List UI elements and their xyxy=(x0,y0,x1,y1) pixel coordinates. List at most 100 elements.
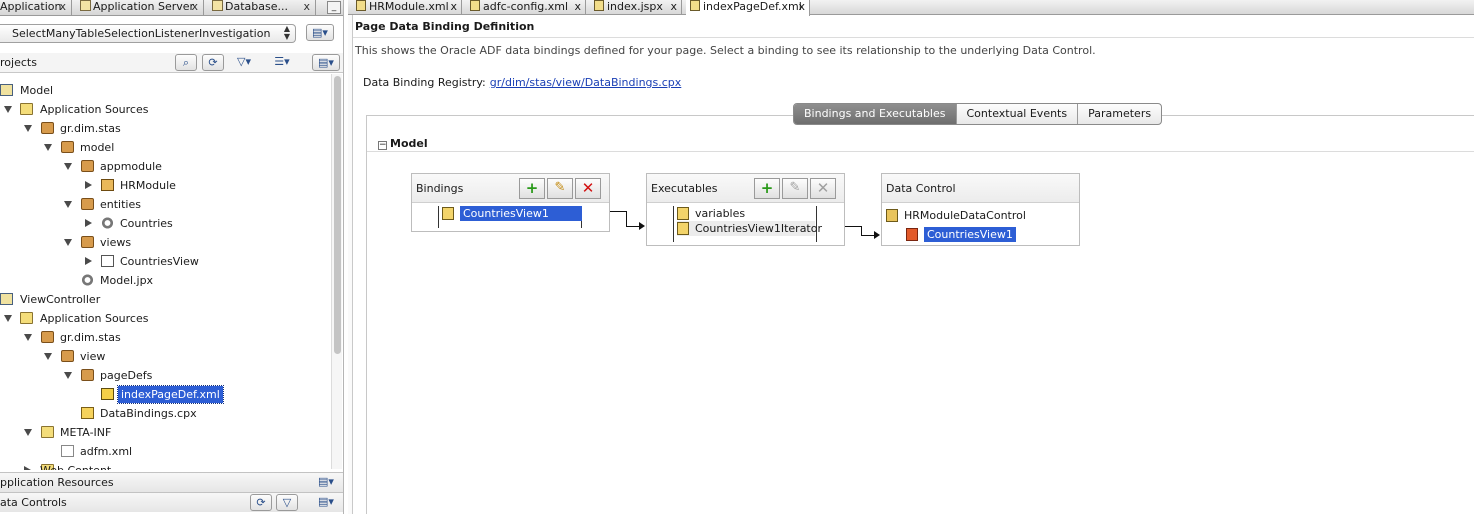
executables-panel: Executables + ✎ ✕ variables CountriesVie… xyxy=(646,173,845,246)
package-icon xyxy=(81,369,94,381)
tab-application-server[interactable]: Application Server x xyxy=(78,0,204,16)
tree-label: CountriesView xyxy=(120,255,199,268)
tree-label: ViewController xyxy=(20,293,101,306)
close-icon[interactable]: x xyxy=(191,0,198,14)
tab-label: HRModule.xml xyxy=(369,0,449,13)
xml-file-icon xyxy=(470,0,480,11)
refresh-icon[interactable]: ⟳ xyxy=(202,54,224,71)
delete-binding-button[interactable]: ✕ xyxy=(575,178,601,199)
registry-link[interactable]: gr/dim/stas/view/DataBindings.cpx xyxy=(490,76,682,89)
application-selector[interactable]: SelectManyTableSelectionListenerInvestig… xyxy=(0,24,296,43)
application-menu-button[interactable]: ▤▾ xyxy=(306,24,334,41)
filter-icon[interactable]: ▽▾ xyxy=(230,54,258,71)
tree-label: Application Sources xyxy=(40,312,149,325)
package-icon xyxy=(41,331,54,343)
expand-icon[interactable] xyxy=(85,219,92,227)
close-icon[interactable]: x xyxy=(670,0,677,13)
tree-label: indexPageDef.xml xyxy=(117,385,224,404)
tree-binding-icon xyxy=(442,207,454,220)
expand-icon[interactable] xyxy=(24,429,32,436)
tree-label: model xyxy=(80,141,115,154)
binding-item-selected[interactable]: CountriesView1 xyxy=(442,206,582,221)
expand-icon[interactable] xyxy=(64,163,72,170)
dropdown-arrows-icon: ▲ ▼ xyxy=(283,24,290,41)
tab-bindings-and-executables[interactable]: Bindings and Executables xyxy=(794,104,957,124)
data-controls-panel[interactable]: ata Controls ⟳ ▽ ▤▾ xyxy=(0,492,343,512)
tab-hrmodule-xml[interactable]: HRModule.xml x xyxy=(352,0,462,15)
page-def-editor: HRModule.xml x adfc-config.xml x index.jsp… xyxy=(348,0,1474,514)
close-icon[interactable]: x xyxy=(798,0,805,13)
executable-item-highlighted[interactable]: CountriesView1Iterator xyxy=(677,221,822,236)
executables-title: Executables xyxy=(651,182,718,195)
expand-icon[interactable] xyxy=(64,372,72,379)
application-selector-value: SelectManyTableSelectionListenerInvestig… xyxy=(12,27,271,40)
view-switcher: Bindings and Executables Contextual Even… xyxy=(793,103,1163,125)
tab-application[interactable]: Application x xyxy=(0,0,72,16)
tab-indexpagedef-xml[interactable]: indexPageDef.xml x xyxy=(686,0,810,16)
panel-menu-icon[interactable]: ▤▾ xyxy=(312,474,340,491)
tab-index-jspx[interactable]: index.jspx x xyxy=(590,0,682,15)
model-section-header[interactable]: − Model xyxy=(378,137,428,150)
projects-menu-button[interactable]: ▤▾ xyxy=(312,54,340,71)
page-description: This shows the Oracle ADF data bindings … xyxy=(355,44,1096,57)
expand-icon[interactable] xyxy=(24,466,31,470)
collapse-icon[interactable]: − xyxy=(378,141,387,150)
sort-icon[interactable]: ☰▾ xyxy=(268,54,296,71)
expand-icon[interactable] xyxy=(44,353,52,360)
package-icon xyxy=(61,141,74,153)
filter-icon[interactable]: ▽ xyxy=(276,494,298,511)
projects-toolbar: rojects ⌕ ⟳ ▽▾ ☰▾ ▤▾ xyxy=(0,53,343,73)
entity-object-icon xyxy=(101,217,114,229)
project-icon xyxy=(0,84,13,96)
expand-icon[interactable] xyxy=(24,125,32,132)
edit-executable-button[interactable]: ✎ xyxy=(782,178,808,199)
xml-file-icon xyxy=(356,0,366,11)
close-icon[interactable]: x xyxy=(574,0,581,13)
expand-icon[interactable] xyxy=(64,239,72,246)
search-icon[interactable]: ⌕ xyxy=(175,54,197,71)
scrollbar-thumb[interactable] xyxy=(334,76,341,354)
data-control-panel: Data Control HRModuleDataControl Countri… xyxy=(881,173,1080,246)
minimize-button[interactable]: _ xyxy=(327,1,341,14)
expand-icon[interactable] xyxy=(85,181,92,189)
tree-label: gr.dim.stas xyxy=(60,122,121,135)
expand-icon[interactable] xyxy=(64,201,72,208)
registry-row: Data Binding Registry: gr/dim/stas/view/D… xyxy=(363,76,681,89)
variables-icon xyxy=(677,207,689,220)
data-control-icon xyxy=(886,209,898,222)
edit-binding-button[interactable]: ✎ xyxy=(547,178,573,199)
database-icon xyxy=(212,0,223,11)
tab-parameters[interactable]: Parameters xyxy=(1078,104,1161,124)
close-icon[interactable]: x xyxy=(59,0,66,14)
project-tree: Model Application Sources gr.dim.stas mo… xyxy=(0,81,330,470)
collection-icon xyxy=(906,228,918,241)
tab-database[interactable]: Database... x xyxy=(210,0,316,16)
delete-executable-button[interactable]: ✕ xyxy=(810,178,836,199)
expand-icon[interactable] xyxy=(24,334,32,341)
projects-label: rojects xyxy=(0,56,37,69)
close-icon[interactable]: x xyxy=(450,0,457,13)
connector-line xyxy=(861,235,875,236)
tree-label: Application Sources xyxy=(40,103,149,116)
tree-scrollbar[interactable] xyxy=(331,74,342,469)
add-binding-button[interactable]: + xyxy=(519,178,545,199)
project-file-icon xyxy=(81,274,94,286)
expand-icon[interactable] xyxy=(4,315,12,322)
binding-label: CountriesView1 xyxy=(460,206,582,221)
panel-menu-icon[interactable]: ▤▾ xyxy=(312,494,340,511)
tab-contextual-events[interactable]: Contextual Events xyxy=(957,104,1079,124)
divider xyxy=(367,151,1474,152)
expand-icon[interactable] xyxy=(44,144,52,151)
application-resources-panel[interactable]: pplication Resources ▤▾ xyxy=(0,472,343,492)
expand-icon[interactable] xyxy=(85,257,92,265)
app-module-icon xyxy=(101,179,114,191)
view-object-icon xyxy=(101,255,114,267)
close-icon[interactable]: x xyxy=(303,0,310,14)
divider xyxy=(353,37,1474,38)
tab-adfc-config[interactable]: adfc-config.xml x xyxy=(466,0,586,15)
arrowhead-icon xyxy=(874,231,880,239)
section-label: Model xyxy=(390,137,428,150)
add-executable-button[interactable]: + xyxy=(754,178,780,199)
refresh-icon[interactable]: ⟳ xyxy=(250,494,272,511)
expand-icon[interactable] xyxy=(4,106,12,113)
